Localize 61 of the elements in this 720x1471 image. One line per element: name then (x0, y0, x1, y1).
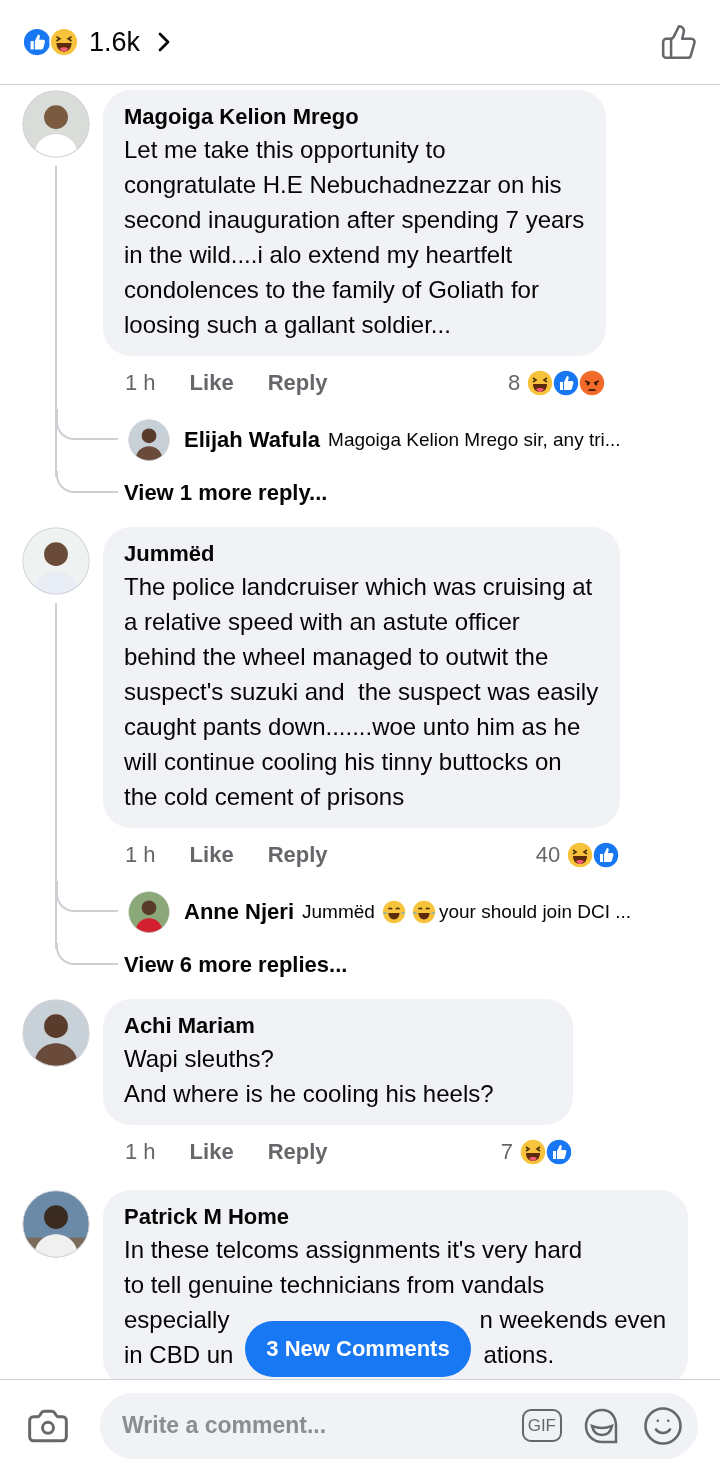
comment-field[interactable]: Write a comment... GIF (100, 1392, 698, 1459)
reply-link[interactable]: Reply (267, 841, 328, 868)
reaction-count[interactable]: 7 (500, 1138, 513, 1165)
comment-text: in CBD un (124, 1340, 234, 1370)
reply-text: Magoiga Kelion Mrego sir, any tri... (328, 429, 621, 451)
comment-text: to tell genuine technicians from vandals (124, 1270, 546, 1300)
comment-text: suspect's suzuki and the suspect was easily (124, 677, 599, 707)
comment-author[interactable]: Achi Mariam (124, 1011, 551, 1041)
comment-text: Let me take this opportunity to (124, 135, 447, 165)
reply-text: Jummëd (302, 901, 375, 923)
reply-link[interactable]: Reply (267, 369, 328, 396)
comment-text: a relative speed with an astute officer (124, 607, 521, 637)
comment-text: in the wild....i alo extend my heartfelt (124, 240, 514, 270)
laughing-reaction-icon (49, 27, 79, 57)
like-link[interactable]: Like (189, 841, 234, 868)
laughing-emoji-icon (380, 899, 407, 925)
laughing-reaction-icon (566, 840, 595, 869)
comment-text: second inauguration after spending 7 years (124, 205, 585, 235)
like-reaction-icon (552, 368, 581, 397)
comment-text: congratulate H.E Nebuchadnezzar on his (124, 170, 563, 200)
comment-author[interactable]: Jummëd (124, 539, 599, 569)
comment-text: ations. (483, 1340, 555, 1370)
like-reaction-icon (22, 27, 52, 57)
reaction-count[interactable]: 8 (508, 369, 521, 396)
comment-text: In these telcoms assignments it's very hard (124, 1235, 584, 1265)
comment-text: will continue cooling his tinny buttocks on (124, 747, 563, 777)
reaction-count[interactable]: 1.6k (89, 26, 141, 58)
reply-text: your should join DCI ... (438, 901, 632, 923)
comment-text: And where is he cooling his heels? (124, 1079, 495, 1109)
comment-text: Wapi sleuths? (124, 1044, 275, 1074)
smiley-icon[interactable] (642, 1404, 684, 1447)
view-more-replies-link[interactable]: View 1 more reply... (124, 480, 328, 506)
like-link[interactable]: Like (189, 1138, 234, 1165)
thumbs-up-icon[interactable] (660, 23, 698, 61)
comment-text: especially (124, 1305, 230, 1335)
comment-time: 1 h (125, 1138, 156, 1165)
view-more-replies-link[interactable]: View 6 more replies... (124, 952, 348, 978)
like-reaction-icon (592, 840, 621, 869)
angry-reaction-icon (578, 368, 607, 397)
comment-author[interactable]: Magoiga Kelion Mrego (124, 102, 585, 132)
comment-text: condolences to the family of Goliath for (124, 275, 540, 305)
comment-text: behind the wheel managed to outwit the (124, 642, 550, 672)
comment-text: n weekends even (479, 1305, 667, 1335)
comment-author[interactable]: Patrick M Home (124, 1202, 667, 1232)
reply-link[interactable]: Reply (267, 1138, 328, 1165)
comment-text: The police landcruiser which was cruising at (124, 572, 594, 602)
comment-text: the cold cement of prisons (124, 782, 406, 812)
gif-button[interactable]: GIF (521, 1409, 562, 1442)
reply-author[interactable]: Anne Njeri (184, 899, 295, 925)
laughing-reaction-icon (519, 1137, 547, 1166)
like-link[interactable]: Like (189, 369, 234, 396)
new-comments-button[interactable]: 3 New Comments (245, 1321, 471, 1377)
laughing-reaction-icon (526, 368, 555, 397)
comment-text: caught pants down.......woe unto him as he (124, 712, 582, 742)
comment-text: loosing such a gallant soldier... (124, 310, 452, 340)
reaction-count[interactable]: 40 (535, 841, 561, 868)
laughing-emoji-icon (410, 899, 437, 925)
comment-time: 1 h (125, 369, 156, 396)
like-reaction-icon (545, 1137, 573, 1166)
reply-author[interactable]: Elijah Wafula (184, 427, 321, 453)
comment-time: 1 h (125, 841, 156, 868)
